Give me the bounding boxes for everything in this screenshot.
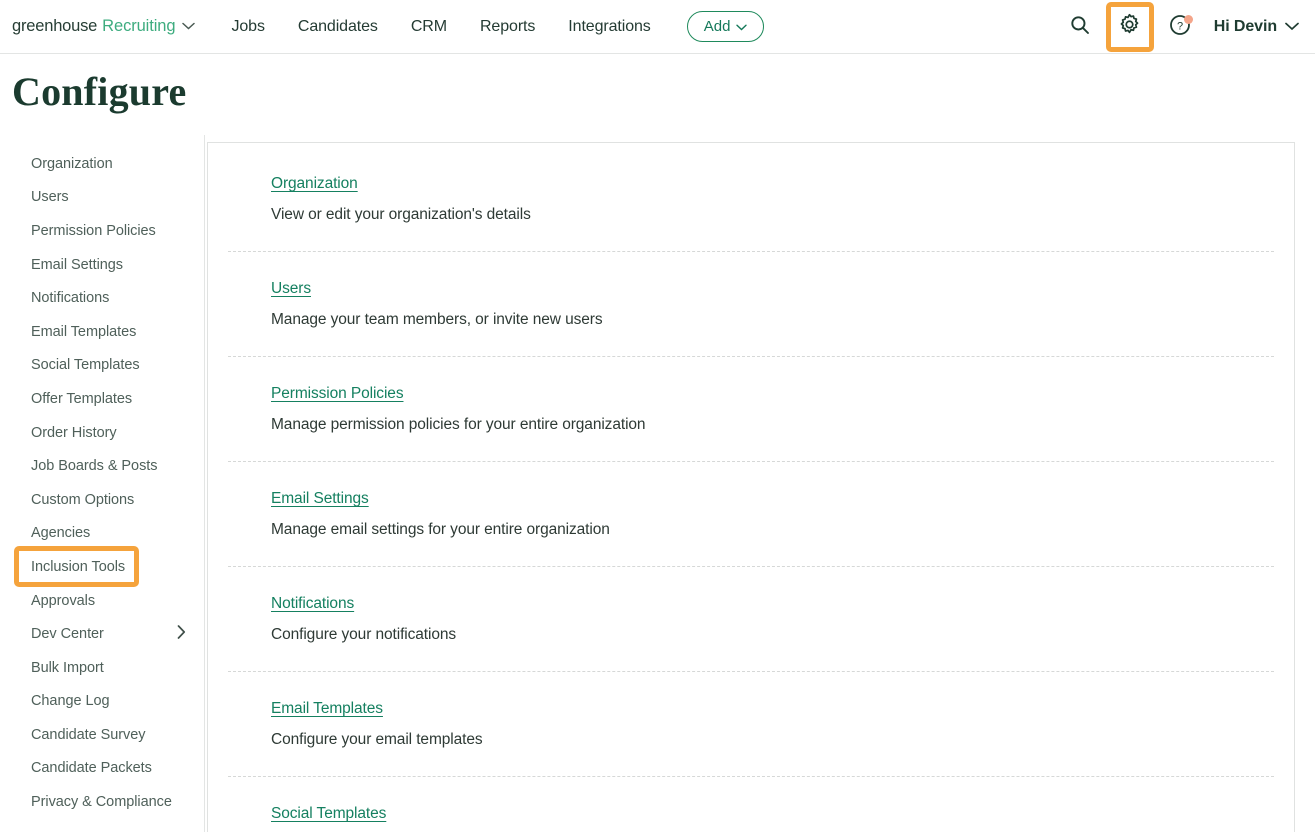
- configure-link-email-templates[interactable]: Email Templates: [271, 700, 383, 718]
- configure-link-permission-policies[interactable]: Permission Policies: [271, 385, 404, 403]
- sidebar-item-label: Email Settings: [31, 256, 123, 273]
- sidebar-item-label: Custom Options: [31, 491, 135, 508]
- notification-dot-badge: [1183, 15, 1193, 24]
- sidebar-item-label: Permission Policies: [31, 222, 156, 239]
- configure-link-organization[interactable]: Organization: [271, 175, 358, 193]
- nav-item-integrations[interactable]: Integrations: [568, 18, 651, 36]
- sidebar-item-offer-templates[interactable]: Offer Templates: [0, 382, 204, 416]
- sidebar-item-order-history[interactable]: Order History: [0, 416, 204, 450]
- nav-item-candidates[interactable]: Candidates: [298, 18, 378, 36]
- sidebar-item-label: Notifications: [31, 290, 110, 307]
- settings-button-highlighted[interactable]: [1105, 2, 1154, 52]
- sidebar-item-label: Email Templates: [31, 323, 137, 340]
- sidebar-item-candidate-survey[interactable]: Candidate Survey: [0, 718, 204, 752]
- sidebar-item-privacy-and-compliance[interactable]: Privacy & Compliance: [0, 785, 204, 819]
- configure-description: Manage permission policies for your enti…: [271, 416, 646, 433]
- sidebar-item-email-settings[interactable]: Email Settings: [0, 248, 204, 282]
- configure-description: Configure your notifications: [271, 626, 457, 643]
- user-greeting-label: Hi Devin: [1213, 18, 1277, 35]
- sidebar-item-label: Order History: [31, 424, 117, 441]
- sidebar-item-label: Candidate Survey: [31, 726, 146, 743]
- sidebar-item-email-templates[interactable]: Email Templates: [0, 315, 204, 349]
- top-navigation-bar: greenhouse Recruiting Jobs Candidates CR…: [0, 0, 1315, 54]
- configure-entry-email-templates: Email Templates Configure your email tem…: [228, 672, 1274, 777]
- chevron-down-icon: [1285, 18, 1299, 36]
- nav-item-reports[interactable]: Reports: [480, 18, 535, 36]
- configure-description: Manage your team members, or invite new …: [271, 311, 603, 328]
- configure-link-notifications[interactable]: Notifications: [271, 595, 354, 613]
- configure-entry-notifications: Notifications Configure your notificatio…: [228, 567, 1274, 672]
- configure-entry-users: Users Manage your team members, or invit…: [228, 252, 1274, 357]
- sidebar-item-label: Organization: [31, 155, 113, 172]
- add-button-label: Add: [703, 18, 731, 35]
- configure-link-email-settings[interactable]: Email Settings: [271, 490, 369, 508]
- sidebar-item-label: Privacy & Compliance: [31, 794, 172, 811]
- brand-name-greenhouse: greenhouse: [12, 17, 98, 35]
- search-icon: [1070, 15, 1090, 40]
- sidebar-item-label: Approvals: [31, 592, 96, 609]
- highlight-box: Inclusion Tools: [14, 546, 140, 588]
- configure-link-social-templates[interactable]: Social Templates: [271, 805, 386, 823]
- svg-text:?: ?: [1177, 20, 1183, 32]
- nav-item-jobs[interactable]: Jobs: [231, 18, 265, 36]
- sidebar-item-approvals[interactable]: Approvals: [0, 584, 204, 618]
- page-title: Configure: [12, 69, 187, 114]
- configure-link-users[interactable]: Users: [271, 280, 311, 298]
- nav-item-crm[interactable]: CRM: [411, 18, 447, 36]
- add-button[interactable]: Add: [686, 11, 765, 42]
- gear-icon: [1118, 13, 1141, 41]
- page-layout: Organization Users Permission Policies E…: [0, 135, 1315, 832]
- chevron-down-icon: [736, 18, 748, 35]
- sidebar-item-organization[interactable]: Organization: [0, 147, 204, 181]
- sidebar-item-label: Agencies: [31, 525, 91, 542]
- primary-nav-items: Jobs Candidates CRM Reports Integrations: [231, 18, 650, 36]
- user-menu[interactable]: Hi Devin: [1214, 18, 1299, 36]
- sidebar-item-label: Dev Center: [31, 626, 104, 643]
- sidebar-item-label: Offer Templates: [31, 390, 133, 407]
- sidebar-item-bulk-import[interactable]: Bulk Import: [0, 651, 204, 685]
- sidebar-item-custom-options[interactable]: Custom Options: [0, 483, 204, 517]
- help-button[interactable]: ?: [1160, 7, 1200, 47]
- sidebar-item-label: Bulk Import: [31, 659, 104, 676]
- brand-logo[interactable]: greenhouse Recruiting: [12, 17, 196, 36]
- configure-entry-permission-policies: Permission Policies Manage permission po…: [228, 357, 1274, 462]
- configure-description: Manage email settings for your entire or…: [271, 521, 610, 538]
- sidebar-item-change-log[interactable]: Change Log: [0, 685, 204, 719]
- configure-description: View or edit your organization's details: [271, 206, 531, 223]
- top-nav-right-actions: ? Hi Devin: [1060, 0, 1305, 54]
- chevron-down-icon[interactable]: [182, 17, 196, 35]
- configure-sidebar: Organization Users Permission Policies E…: [0, 135, 205, 832]
- configure-options-card: Organization View or edit your organizat…: [207, 142, 1295, 832]
- sidebar-item-permission-policies[interactable]: Permission Policies: [0, 214, 204, 248]
- main-content: Organization View or edit your organizat…: [205, 135, 1315, 832]
- configure-entry-organization: Organization View or edit your organizat…: [228, 143, 1274, 252]
- sidebar-item-label: Users: [31, 189, 69, 206]
- chevron-right-icon[interactable]: [177, 625, 186, 643]
- sidebar-item-label: Social Templates: [31, 357, 140, 374]
- configure-entry-social-templates: Social Templates Configure your social m…: [228, 777, 1274, 832]
- sidebar-item-agencies[interactable]: Agencies: [0, 517, 204, 551]
- sidebar-item-label: Inclusion Tools: [31, 558, 126, 575]
- sidebar-item-dev-center[interactable]: Dev Center: [0, 617, 204, 651]
- sidebar-item-label: Candidate Packets: [31, 760, 152, 777]
- configure-entry-email-settings: Email Settings Manage email settings for…: [228, 462, 1274, 567]
- sidebar-item-social-templates[interactable]: Social Templates: [0, 349, 204, 383]
- configure-description: Configure your email templates: [271, 731, 483, 748]
- sidebar-item-job-boards-and-posts[interactable]: Job Boards & Posts: [0, 449, 204, 483]
- sidebar-item-inclusion-tools[interactable]: Inclusion Tools: [0, 546, 204, 588]
- sidebar-item-notifications[interactable]: Notifications: [0, 281, 204, 315]
- sidebar-item-candidate-packets[interactable]: Candidate Packets: [0, 752, 204, 786]
- brand-product-recruiting: Recruiting: [102, 17, 176, 35]
- search-button[interactable]: [1060, 7, 1100, 47]
- sidebar-item-label: Job Boards & Posts: [31, 458, 158, 475]
- sidebar-item-label: Change Log: [31, 693, 110, 710]
- sidebar-item-users[interactable]: Users: [0, 181, 204, 215]
